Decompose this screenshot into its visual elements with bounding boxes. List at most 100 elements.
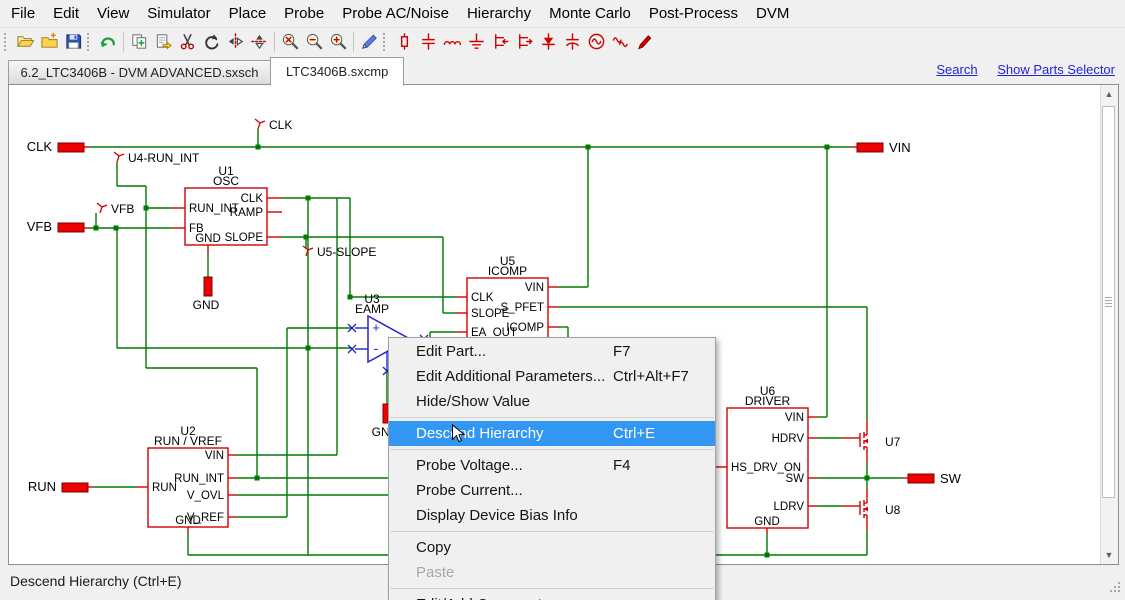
context-item-edit-additional-parameters[interactable]: Edit Additional Parameters...Ctrl+Alt+F7 xyxy=(389,364,715,389)
context-menu: Edit Part...F7Edit Additional Parameters… xyxy=(388,337,716,600)
resistor-icon[interactable] xyxy=(392,30,416,54)
save-icon[interactable] xyxy=(61,30,85,54)
tab-schematic-label: 6.2_LTC3406B - DVM ADVANCED.sxsch xyxy=(21,65,259,80)
menu-view[interactable]: View xyxy=(88,0,138,27)
inductor-icon[interactable] xyxy=(440,30,464,54)
context-item-label: Copy xyxy=(416,539,451,556)
wire-junction xyxy=(825,145,830,150)
zoom-out-icon[interactable] xyxy=(302,30,326,54)
context-item-hide-show-value[interactable]: Hide/Show Value xyxy=(389,389,715,414)
pin-label: GND xyxy=(195,233,221,245)
menu-probe[interactable]: Probe xyxy=(275,0,333,27)
net-flag-icon xyxy=(97,203,107,213)
wire-junction xyxy=(114,226,119,231)
pin-label: CLK xyxy=(241,193,264,205)
mirror-h-icon[interactable] xyxy=(223,30,247,54)
wire-icon[interactable] xyxy=(357,30,381,54)
menu-separator xyxy=(390,417,714,418)
wire-junction xyxy=(306,346,311,351)
context-item-edit-part[interactable]: Edit Part...F7 xyxy=(389,339,715,364)
zoom-in-icon[interactable] xyxy=(326,30,350,54)
component-name: EAMP xyxy=(355,302,389,316)
wire-junction xyxy=(865,476,870,481)
probe-icon[interactable] xyxy=(632,30,656,54)
cut-icon[interactable] xyxy=(175,30,199,54)
context-item-label: Edit/Add Comment xyxy=(416,596,542,600)
ground-symbol xyxy=(204,277,212,296)
tab-schematic[interactable]: 6.2_LTC3406B - DVM ADVANCED.sxsch xyxy=(8,60,271,85)
wire-junction xyxy=(94,226,99,231)
noise-source-icon[interactable] xyxy=(608,30,632,54)
context-item-probe-current[interactable]: Probe Current... xyxy=(389,478,715,503)
scrollbar-thumb[interactable] xyxy=(1102,106,1115,498)
scroll-up-icon[interactable]: ▲ xyxy=(1101,86,1117,102)
ground-icon[interactable] xyxy=(464,30,488,54)
menu-edit[interactable]: Edit xyxy=(44,0,88,27)
sine-source-icon[interactable] xyxy=(584,30,608,54)
menu-place[interactable]: Place xyxy=(220,0,276,27)
tab-component[interactable]: LTC3406B.sxcmp xyxy=(270,57,404,86)
menu-simulator[interactable]: Simulator xyxy=(138,0,219,27)
terminal-run[interactable] xyxy=(62,483,88,492)
menu-monte-carlo[interactable]: Monte Carlo xyxy=(540,0,640,27)
ground-label: GND xyxy=(193,298,220,312)
context-item-shortcut: F4 xyxy=(613,453,631,478)
resize-grip-icon[interactable] xyxy=(1109,581,1122,597)
context-item-paste: Paste xyxy=(389,560,715,585)
polar-cap-icon[interactable] xyxy=(560,30,584,54)
paste-icon[interactable] xyxy=(151,30,175,54)
pin-label: SLOPE xyxy=(225,232,264,244)
toolbar-gripper xyxy=(87,33,92,51)
terminal-clk[interactable] xyxy=(58,143,84,152)
menu-dvm[interactable]: DVM xyxy=(747,0,798,27)
wire-junction xyxy=(348,295,353,300)
tab-links: Search Show Parts Selector xyxy=(920,62,1115,77)
menu-separator xyxy=(390,588,714,589)
menu-file[interactable]: File xyxy=(2,0,44,27)
toolbar-gripper xyxy=(4,33,9,51)
capacitor-icon[interactable] xyxy=(416,30,440,54)
toolbar-separator xyxy=(123,32,124,52)
context-item-label: Probe Voltage... xyxy=(416,457,523,474)
zener-icon[interactable] xyxy=(536,30,560,54)
menu-hierarchy[interactable]: Hierarchy xyxy=(458,0,540,27)
copy-icon[interactable] xyxy=(127,30,151,54)
undo-icon[interactable] xyxy=(96,30,120,54)
context-item-display-device-bias-info[interactable]: Display Device Bias Info xyxy=(389,503,715,528)
pin-label: SW xyxy=(785,473,804,485)
menu-post-process[interactable]: Post-Process xyxy=(640,0,747,27)
menu-separator xyxy=(390,531,714,532)
status-text: Descend Hierarchy (Ctrl+E) xyxy=(10,565,182,597)
context-item-descend-hierarchy[interactable]: Descend HierarchyCtrl+E xyxy=(389,421,715,446)
open-icon[interactable] xyxy=(13,30,37,54)
port-out-icon[interactable] xyxy=(512,30,536,54)
rotate-icon[interactable] xyxy=(199,30,223,54)
terminal-vfb[interactable] xyxy=(58,223,84,232)
pin-label: V_OVL xyxy=(187,490,225,502)
pin-label: VIN xyxy=(205,450,224,462)
terminal-sw[interactable] xyxy=(908,474,934,483)
net-label: CLK xyxy=(269,118,292,132)
opamp-minus-input: - xyxy=(374,340,379,356)
new-icon[interactable] xyxy=(37,30,61,54)
show-parts-selector-link[interactable]: Show Parts Selector xyxy=(997,62,1115,77)
wire-junction xyxy=(256,145,261,150)
scroll-down-icon[interactable]: ▼ xyxy=(1101,547,1117,563)
pin-label: VIN xyxy=(525,282,544,294)
pin-label: RUN_INT xyxy=(174,473,224,485)
context-item-copy[interactable]: Copy xyxy=(389,535,715,560)
menu-bar: FileEditViewSimulatorPlaceProbeProbe AC/… xyxy=(0,0,1125,27)
component-ref: U7 xyxy=(885,435,901,449)
port-in-icon[interactable] xyxy=(488,30,512,54)
pin-label: GND xyxy=(175,515,201,527)
context-item-edit-add-comment[interactable]: Edit/Add Comment xyxy=(389,592,715,600)
menu-probe-ac-noise[interactable]: Probe AC/Noise xyxy=(333,0,458,27)
terminal-vin[interactable] xyxy=(857,143,883,152)
search-link[interactable]: Search xyxy=(936,62,977,77)
zoom-fit-icon[interactable] xyxy=(278,30,302,54)
vertical-scrollbar[interactable]: ▲ ▼ xyxy=(1100,85,1118,564)
mirror-v-icon[interactable] xyxy=(247,30,271,54)
context-item-probe-voltage[interactable]: Probe Voltage... F4 xyxy=(389,453,715,478)
toolbar-gripper xyxy=(383,33,388,51)
pin-label: VIN xyxy=(785,412,804,424)
